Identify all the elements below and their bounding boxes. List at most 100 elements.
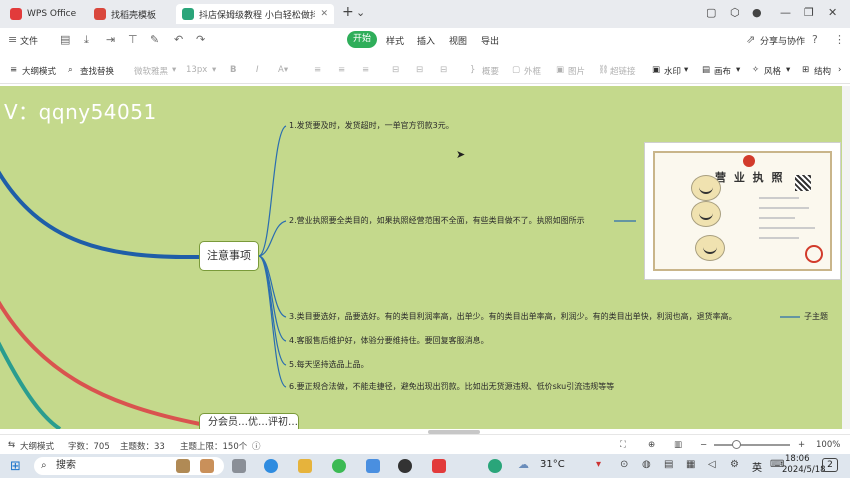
leaf-5[interactable]: 5.每天坚持选品上品。 bbox=[289, 359, 369, 370]
business-license-image[interactable]: 营 业 执 照 bbox=[644, 142, 841, 280]
volume-icon[interactable]: ◁ bbox=[708, 459, 716, 470]
search-icon[interactable]: ⌕ bbox=[68, 65, 73, 75]
topic-notes[interactable]: 注意事项 bbox=[199, 241, 259, 271]
maximize-icon[interactable]: ❐ bbox=[804, 6, 814, 19]
toolbar-more-icon[interactable]: › bbox=[838, 65, 841, 75]
insert-subtopic-icon[interactable]: ⊟ bbox=[416, 65, 423, 75]
leaf-6[interactable]: 6.要正规合法做，不能走捷径，避免出现出罚款。比如出无货源违规、低价sku引流违… bbox=[289, 381, 614, 392]
structure-button[interactable]: 结构 bbox=[814, 65, 831, 77]
leaf-4[interactable]: 4.客服售后维护好，体验分要维持住。要回复客服消息。 bbox=[289, 335, 489, 346]
tray-icon-1[interactable]: ▾ bbox=[596, 459, 601, 470]
structure-icon[interactable]: ⊞ bbox=[802, 65, 809, 75]
canvas-icon[interactable]: ▤ bbox=[702, 65, 710, 75]
cube-icon[interactable]: ⬡ bbox=[730, 6, 740, 19]
insert-topic-icon[interactable]: ⊟ bbox=[392, 65, 399, 75]
menu-export[interactable]: 导出 bbox=[481, 34, 499, 47]
menu-view[interactable]: 视图 bbox=[449, 34, 467, 47]
close-tab-icon[interactable]: ✕ bbox=[320, 9, 328, 19]
wps-taskbar-icon[interactable] bbox=[432, 459, 446, 473]
zoom-level[interactable]: 100% bbox=[816, 440, 840, 450]
app-icon[interactable] bbox=[366, 459, 380, 473]
align-left-icon[interactable]: ≡ bbox=[314, 65, 321, 75]
frame-icon[interactable]: ▢ bbox=[512, 65, 520, 75]
share-button[interactable]: 分享与协作 bbox=[760, 34, 805, 47]
weather-icon[interactable]: ☁ bbox=[518, 458, 529, 471]
taskbar-search-box[interactable]: ⌕ 搜索 bbox=[34, 457, 224, 475]
find-replace-button[interactable]: 查找替换 bbox=[80, 65, 114, 77]
leaf-3[interactable]: 3.类目要选好，品要选好。有的类目利润率高，出单少。有的类目出单率高，利润少。有… bbox=[289, 311, 737, 322]
tray-app-icon[interactable] bbox=[488, 459, 502, 473]
size-chevron-icon[interactable]: ▾ bbox=[212, 65, 216, 75]
vertical-scrollbar[interactable] bbox=[842, 86, 850, 429]
zoom-in-icon[interactable]: + bbox=[798, 440, 805, 450]
avatar-icon[interactable]: ● bbox=[752, 6, 762, 19]
watermark-icon[interactable]: ▣ bbox=[652, 65, 660, 75]
share-icon[interactable]: ⇗ bbox=[746, 33, 755, 46]
image-icon[interactable]: ▣ bbox=[556, 65, 564, 75]
style-button[interactable]: 风格 bbox=[764, 65, 781, 77]
menu-file[interactable]: 文件 bbox=[20, 34, 38, 47]
link-icon[interactable]: ⛓ bbox=[598, 65, 609, 75]
watermark-button[interactable]: 水印 bbox=[664, 65, 681, 77]
summary-icon[interactable]: } bbox=[470, 65, 475, 75]
style-chevron-icon[interactable]: ▾ bbox=[786, 65, 790, 75]
size-select[interactable]: 13px bbox=[186, 65, 207, 75]
italic-icon[interactable]: I bbox=[256, 65, 259, 75]
tab-wps-office[interactable]: WPS Office bbox=[4, 4, 80, 24]
new-tab-icon[interactable]: + bbox=[342, 4, 354, 20]
outline-mode-button[interactable]: 大纲模式 bbox=[22, 65, 56, 77]
leaf-2[interactable]: 2.营业执照要全类目的，如果执照经营范围不全面，有些类目做不了。执照如图所示 bbox=[289, 215, 585, 226]
weather-temp[interactable]: 31°C bbox=[540, 459, 565, 470]
clock-date[interactable]: 2024/5/18 bbox=[782, 465, 826, 475]
outline-toggle-icon[interactable]: ⇆ bbox=[8, 440, 15, 450]
help-icon[interactable]: ? bbox=[812, 33, 818, 46]
align-center-icon[interactable]: ≡ bbox=[338, 65, 345, 75]
tray-icon-4[interactable]: ▤ bbox=[664, 459, 673, 470]
menu-insert[interactable]: 插入 bbox=[417, 34, 435, 47]
font-chevron-icon[interactable]: ▾ bbox=[172, 65, 176, 75]
topic-membership[interactable]: 分会员…优…评初…创 bbox=[199, 413, 299, 429]
record-app-icon[interactable] bbox=[398, 459, 412, 473]
leaf-1[interactable]: 1.发货要及时，发货超时，一单官方罚款3元。 bbox=[289, 120, 454, 131]
network-icon[interactable]: ▦ bbox=[686, 459, 695, 470]
menu-start[interactable]: 开始 bbox=[347, 31, 377, 48]
status-outline-mode[interactable]: 大纲模式 bbox=[20, 440, 54, 452]
mindmap-canvas[interactable]: V：qqny54051 注意事项 分会员…优…评初…创 1.发货要及时，发货超时… bbox=[0, 86, 842, 429]
tray-icon-3[interactable]: ◍ bbox=[642, 459, 651, 470]
tab-list-icon[interactable]: ⌄ bbox=[356, 6, 365, 19]
canvas-chevron-icon[interactable]: ▾ bbox=[736, 65, 740, 75]
clock-time[interactable]: 18:06 bbox=[785, 454, 810, 464]
temple-widget-icon[interactable] bbox=[176, 459, 190, 473]
notification-badge[interactable]: 2 bbox=[822, 458, 838, 472]
task-view-icon[interactable] bbox=[232, 459, 246, 473]
minimize-icon[interactable]: — bbox=[780, 6, 791, 19]
fullscreen-icon[interactable]: ⛶ bbox=[620, 440, 626, 450]
canvas-button[interactable]: 画布 bbox=[714, 65, 731, 77]
more-icon[interactable]: ⋮ bbox=[834, 33, 845, 46]
close-window-icon[interactable]: ✕ bbox=[828, 6, 837, 19]
zoom-out-icon[interactable]: − bbox=[700, 440, 707, 450]
undo-icon[interactable]: ↶ bbox=[174, 33, 183, 46]
export-icon[interactable]: ⇥ bbox=[106, 33, 115, 46]
ime-indicator[interactable]: 英 bbox=[752, 459, 762, 474]
window-icon[interactable]: ▢ bbox=[706, 6, 716, 19]
360-browser-icon[interactable] bbox=[332, 459, 346, 473]
image-button[interactable]: 图片 bbox=[568, 65, 585, 77]
tray-icon-5[interactable]: ⚙ bbox=[730, 459, 739, 470]
redo-icon[interactable]: ↷ bbox=[196, 33, 205, 46]
watermark-chevron-icon[interactable]: ▾ bbox=[684, 65, 688, 75]
widget-icon[interactable] bbox=[200, 459, 214, 473]
align-right-icon[interactable]: ≡ bbox=[362, 65, 369, 75]
file-explorer-icon[interactable] bbox=[298, 459, 312, 473]
link-button[interactable]: 超链接 bbox=[610, 65, 636, 77]
windows-start-icon[interactable]: ⊞ bbox=[10, 459, 21, 474]
zoom-slider[interactable] bbox=[714, 440, 790, 449]
style-icon[interactable]: ✧ bbox=[752, 65, 759, 75]
pen-icon[interactable]: ✎ bbox=[150, 33, 159, 46]
summary-button[interactable]: 概要 bbox=[482, 65, 499, 77]
menu-style[interactable]: 样式 bbox=[386, 34, 404, 47]
frame-button[interactable]: 外框 bbox=[524, 65, 541, 77]
menu-icon[interactable]: ≡ bbox=[8, 33, 17, 46]
tab-active-document[interactable]: 抖店保姆级教程 小白轻松做抖店.x ✕ bbox=[176, 4, 334, 24]
outline-mode-icon[interactable]: ≡ bbox=[10, 65, 17, 75]
